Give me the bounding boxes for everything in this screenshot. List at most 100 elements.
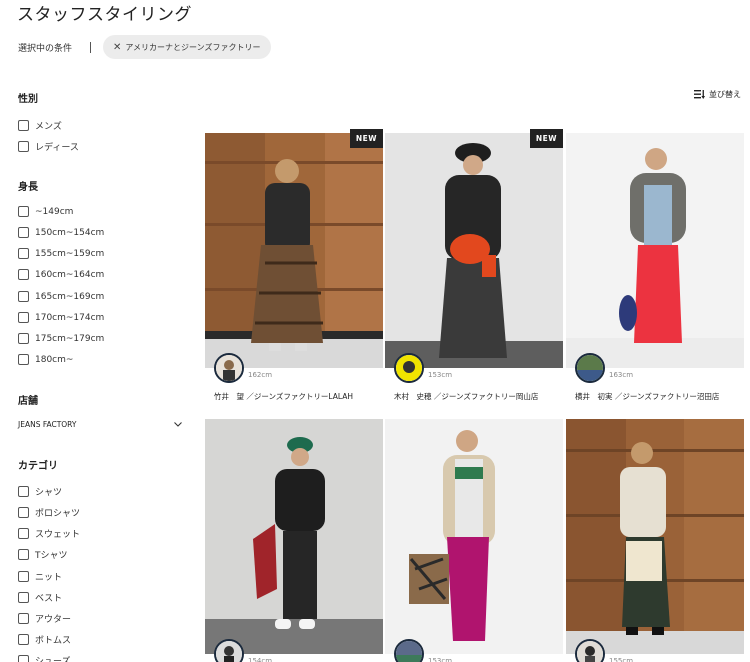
filter-title-height: 身長: [18, 182, 38, 193]
store-selected: JEANS FACTORY: [18, 420, 77, 429]
avatar[interactable]: [214, 639, 244, 662]
filter-option-category[interactable]: アウター: [18, 612, 71, 625]
checkbox[interactable]: [18, 613, 29, 624]
styling-card[interactable]: 153cm: [385, 419, 563, 662]
styling-card[interactable]: NEW 162cm 竹井 望 ／ジーンズファクトリーLALAH: [205, 129, 383, 413]
filter-option-height[interactable]: 155cm~159cm: [18, 248, 104, 259]
filter-option-height[interactable]: 170cm~174cm: [18, 312, 104, 323]
filter-option-category[interactable]: ポロシャツ: [18, 506, 80, 519]
checkbox[interactable]: [18, 333, 29, 344]
filter-option-category[interactable]: ボトムス: [18, 633, 71, 646]
option-label: 170cm~174cm: [35, 312, 105, 323]
filter-option-category[interactable]: シューズ: [18, 654, 71, 662]
checkbox[interactable]: [18, 354, 29, 365]
condition-chip[interactable]: ✕ アメリカーナとジーンズファクトリー: [103, 35, 272, 59]
checkbox[interactable]: [18, 486, 29, 497]
filter-option-ladies[interactable]: レディース: [18, 140, 79, 153]
avatar[interactable]: [575, 639, 605, 662]
store-select[interactable]: JEANS FACTORY: [18, 420, 182, 429]
checkbox[interactable]: [18, 507, 29, 518]
styling-photo[interactable]: [566, 419, 744, 654]
new-badge: NEW: [349, 129, 383, 148]
checkbox[interactable]: [18, 528, 29, 539]
staff-name-store[interactable]: 横井 初実 ／ジーンズファクトリー沼田店: [575, 391, 719, 402]
avatar[interactable]: [394, 353, 424, 383]
option-label: アウター: [35, 615, 72, 625]
option-label: ニット: [35, 573, 63, 583]
option-label: スウェット: [35, 530, 81, 540]
close-icon[interactable]: ✕: [113, 42, 121, 53]
option-label: Tシャツ: [35, 551, 68, 561]
option-label: 175cm~179cm: [35, 333, 105, 344]
filter-title-category: カテゴリ: [18, 461, 58, 472]
conditions-label: 選択中の条件: [18, 43, 73, 54]
option-label: シューズ: [35, 657, 71, 662]
checkbox[interactable]: [18, 291, 29, 302]
filter-option-category[interactable]: ニット: [18, 570, 62, 583]
divider: [90, 41, 92, 53]
styling-card[interactable]: 155cm: [566, 419, 744, 662]
staff-height: 154cm: [248, 657, 273, 662]
checkbox[interactable]: [18, 592, 29, 603]
filter-option-category[interactable]: スウェット: [18, 527, 80, 540]
option-label: ベスト: [35, 594, 63, 604]
filter-option-category[interactable]: シャツ: [18, 485, 62, 498]
checkbox[interactable]: [18, 571, 29, 582]
checkbox[interactable]: [18, 141, 29, 152]
page-title: スタッフスタイリング: [17, 5, 192, 25]
staff-height: 155cm: [609, 657, 634, 662]
checkbox[interactable]: [18, 269, 29, 280]
option-label: 150cm~154cm: [35, 227, 105, 238]
selected-conditions: 選択中の条件 ✕ アメリカーナとジーンズファクトリー: [18, 35, 272, 59]
filter-option-category[interactable]: ベスト: [18, 591, 62, 604]
checkbox[interactable]: [18, 549, 29, 560]
styling-photo[interactable]: [205, 419, 383, 654]
option-label: 180cm~: [35, 354, 74, 365]
checkbox[interactable]: [18, 206, 29, 217]
styling-photo[interactable]: [566, 133, 744, 368]
styling-photo[interactable]: [205, 133, 383, 368]
styling-card[interactable]: 163cm 横井 初実 ／ジーンズファクトリー沼田店: [566, 133, 744, 413]
option-label: 165cm~169cm: [35, 291, 105, 302]
option-label: ボトムス: [35, 636, 72, 646]
checkbox[interactable]: [18, 634, 29, 645]
styling-photo[interactable]: [385, 419, 563, 654]
option-label: 160cm~164cm: [35, 269, 105, 280]
sort-label: 並び替え: [709, 90, 741, 99]
staff-height: 153cm: [428, 371, 453, 379]
styling-photo[interactable]: [385, 133, 563, 368]
filter-option-height[interactable]: 175cm~179cm: [18, 333, 104, 344]
option-label: 155cm~159cm: [35, 248, 105, 259]
checkbox[interactable]: [18, 248, 29, 259]
option-label: メンズ: [35, 122, 62, 132]
staff-height: 153cm: [428, 657, 453, 662]
option-label: シャツ: [35, 488, 63, 498]
option-label: レディース: [35, 143, 79, 153]
filter-option-height[interactable]: ~149cm: [18, 206, 73, 217]
filter-option-height[interactable]: 165cm~169cm: [18, 291, 104, 302]
filter-title-store: 店舗: [18, 396, 38, 407]
styling-card[interactable]: NEW 153cm 木村 史穂 ／ジーンズファクトリー岡山店: [385, 129, 563, 413]
avatar[interactable]: [575, 353, 605, 383]
checkbox[interactable]: [18, 655, 29, 662]
condition-chip-label: アメリカーナとジーンズファクトリー: [125, 42, 261, 52]
avatar[interactable]: [394, 639, 424, 662]
staff-name-store[interactable]: 竹井 望 ／ジーンズファクトリーLALAH: [214, 391, 353, 402]
filter-option-height[interactable]: 180cm~: [18, 354, 73, 365]
filter-option-category[interactable]: Tシャツ: [18, 548, 68, 561]
checkbox[interactable]: [18, 312, 29, 323]
new-badge: NEW: [529, 129, 563, 148]
filter-option-height[interactable]: 150cm~154cm: [18, 227, 104, 238]
checkbox[interactable]: [18, 227, 29, 238]
avatar[interactable]: [214, 353, 244, 383]
checkbox[interactable]: [18, 120, 29, 131]
filter-option-mens[interactable]: メンズ: [18, 119, 62, 132]
chevron-down-icon: [174, 422, 182, 427]
option-label: ポロシャツ: [35, 509, 81, 519]
filter-option-height[interactable]: 160cm~164cm: [18, 269, 104, 280]
sort-icon: [694, 90, 705, 99]
sort-button[interactable]: 並び替え: [694, 89, 741, 100]
staff-name-store[interactable]: 木村 史穂 ／ジーンズファクトリー岡山店: [394, 391, 538, 402]
staff-height: 163cm: [609, 371, 634, 379]
styling-card[interactable]: 154cm: [205, 419, 383, 662]
